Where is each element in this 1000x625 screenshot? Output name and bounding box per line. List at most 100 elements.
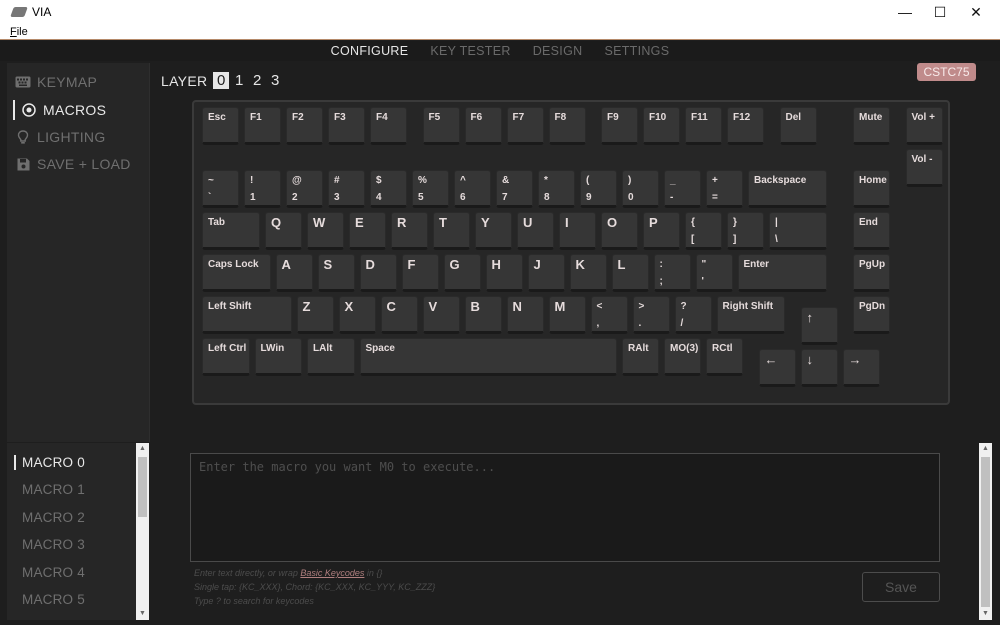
key-sym-25[interactable]: (9 (580, 170, 617, 208)
scroll-down-icon[interactable]: ▼ (979, 608, 992, 620)
key-mute[interactable]: Mute (853, 107, 890, 145)
key-left-ctrl[interactable]: Left Ctrl (202, 338, 250, 376)
key-vol[interactable]: Vol + (905, 107, 943, 145)
key-sym-83[interactable]: ↓ (800, 348, 838, 387)
save-button[interactable]: Save (862, 572, 940, 602)
editor-scrollbar[interactable]: ▲ ▼ (979, 443, 992, 620)
key-sym-17[interactable]: ! 1 (244, 170, 281, 208)
key-q[interactable]: Q (265, 212, 302, 250)
key-sym-73[interactable]: ↑ (800, 306, 838, 345)
key-v[interactable]: V (422, 296, 460, 334)
key-pgup[interactable]: PgUp (853, 254, 890, 292)
key-f9[interactable]: F9 (601, 107, 638, 145)
key-vol[interactable]: Vol - (905, 149, 943, 187)
scroll-up-icon[interactable]: ▲ (979, 443, 992, 455)
key-f3[interactable]: F3 (328, 107, 365, 145)
key-sym-84[interactable]: → (842, 348, 880, 387)
key-z[interactable]: Z (296, 296, 334, 334)
key-sym-28[interactable]: + = (706, 170, 743, 208)
key-y[interactable]: Y (475, 212, 512, 250)
key-p[interactable]: P (643, 212, 680, 250)
key-sym-27[interactable]: _ - (664, 170, 701, 208)
key-f12[interactable]: F12 (727, 107, 764, 145)
key-right-shift[interactable]: Right Shift (716, 296, 785, 334)
key-sym-18[interactable]: @2 (286, 170, 323, 208)
key-sym-26[interactable]: ) 0 (622, 170, 659, 208)
key-sym-57[interactable]: :; (653, 254, 691, 292)
key-mo-3[interactable]: MO(3) (664, 338, 701, 376)
key-b[interactable]: B (464, 296, 502, 334)
key-home[interactable]: Home (853, 170, 890, 208)
tab-settings[interactable]: SETTINGS (593, 41, 680, 61)
sidebar-item-lighting[interactable]: LIGHTING (15, 127, 106, 147)
key-sym-22[interactable]: ^ 6 (454, 170, 491, 208)
macro-text-input[interactable]: Enter the macro you want M0 to execute..… (190, 453, 940, 562)
key-f5[interactable]: F5 (422, 107, 460, 145)
key-sym-45[interactable]: | \ (769, 212, 827, 250)
key-u[interactable]: U (517, 212, 554, 250)
key-sym-58[interactable]: " ' (695, 254, 733, 292)
macro-item-0[interactable]: MACRO 0 (14, 455, 85, 470)
key-h[interactable]: H (485, 254, 523, 292)
tab-design[interactable]: DESIGN (522, 41, 594, 61)
minimize-button[interactable]: — (886, 0, 924, 24)
key-sym-23[interactable]: & 7 (496, 170, 533, 208)
macro-item-5[interactable]: MACRO 5 (22, 592, 85, 607)
key-l[interactable]: L (611, 254, 649, 292)
key-f2[interactable]: F2 (286, 107, 323, 145)
sidebar-item-save-load[interactable]: SAVE + LOAD (15, 154, 131, 174)
scrollbar-thumb[interactable] (981, 457, 990, 607)
key-sym-43[interactable]: {[ (685, 212, 722, 250)
key-lwin[interactable]: LWin (254, 338, 302, 376)
key-e[interactable]: E (349, 212, 386, 250)
key-f7[interactable]: F7 (506, 107, 544, 145)
key-del[interactable]: Del (779, 107, 817, 145)
tab-key-tester[interactable]: KEY TESTER (419, 41, 521, 61)
key-k[interactable]: K (569, 254, 607, 292)
layer-3-button[interactable]: 3 (267, 72, 283, 89)
key-f10[interactable]: F10 (643, 107, 680, 145)
macro-item-4[interactable]: MACRO 4 (22, 565, 85, 580)
key-lalt[interactable]: LAlt (307, 338, 355, 376)
tab-configure[interactable]: CONFIGURE (320, 41, 420, 61)
key-caps-lock[interactable]: Caps Lock (202, 254, 271, 292)
key-sym-44[interactable]: }] (727, 212, 764, 250)
key-enter[interactable]: Enter (737, 254, 827, 292)
key-f1[interactable]: F1 (244, 107, 281, 145)
key-a[interactable]: A (275, 254, 313, 292)
key-tab[interactable]: Tab (202, 212, 260, 250)
key-g[interactable]: G (443, 254, 481, 292)
key-d[interactable]: D (359, 254, 397, 292)
scroll-up-icon[interactable]: ▲ (136, 443, 149, 455)
key-sym-21[interactable]: % 5 (412, 170, 449, 208)
key-f8[interactable]: F8 (548, 107, 586, 145)
key-f6[interactable]: F6 (464, 107, 502, 145)
basic-keycodes-link[interactable]: Basic Keycodes (300, 568, 364, 578)
key-s[interactable]: S (317, 254, 355, 292)
layer-1-button[interactable]: 1 (231, 72, 247, 89)
key-backspace[interactable]: Backspace (748, 170, 827, 208)
key-c[interactable]: C (380, 296, 418, 334)
close-button[interactable]: ✕ (957, 0, 995, 24)
key-sym-71[interactable]: ? / (674, 296, 712, 334)
macro-list-scrollbar[interactable]: ▲ ▼ (136, 443, 149, 620)
key-x[interactable]: X (338, 296, 376, 334)
key-ralt[interactable]: RAlt (622, 338, 659, 376)
key-n[interactable]: N (506, 296, 544, 334)
menu-file[interactable]: File (10, 26, 28, 38)
key-sym-20[interactable]: $4 (370, 170, 407, 208)
key-space[interactable]: Space (359, 338, 617, 376)
key-f11[interactable]: F11 (685, 107, 722, 145)
scrollbar-thumb[interactable] (138, 457, 147, 517)
scroll-down-icon[interactable]: ▼ (136, 608, 149, 620)
key-sym-70[interactable]: >. (632, 296, 670, 334)
sidebar-item-macros[interactable]: MACROS (13, 100, 106, 120)
key-esc[interactable]: Esc (202, 107, 239, 145)
key-j[interactable]: J (527, 254, 565, 292)
key-o[interactable]: O (601, 212, 638, 250)
key-sym-19[interactable]: #3 (328, 170, 365, 208)
key-end[interactable]: End (853, 212, 890, 250)
key-f4[interactable]: F4 (370, 107, 407, 145)
key-pgdn[interactable]: PgDn (853, 296, 890, 334)
layer-2-button[interactable]: 2 (249, 72, 265, 89)
